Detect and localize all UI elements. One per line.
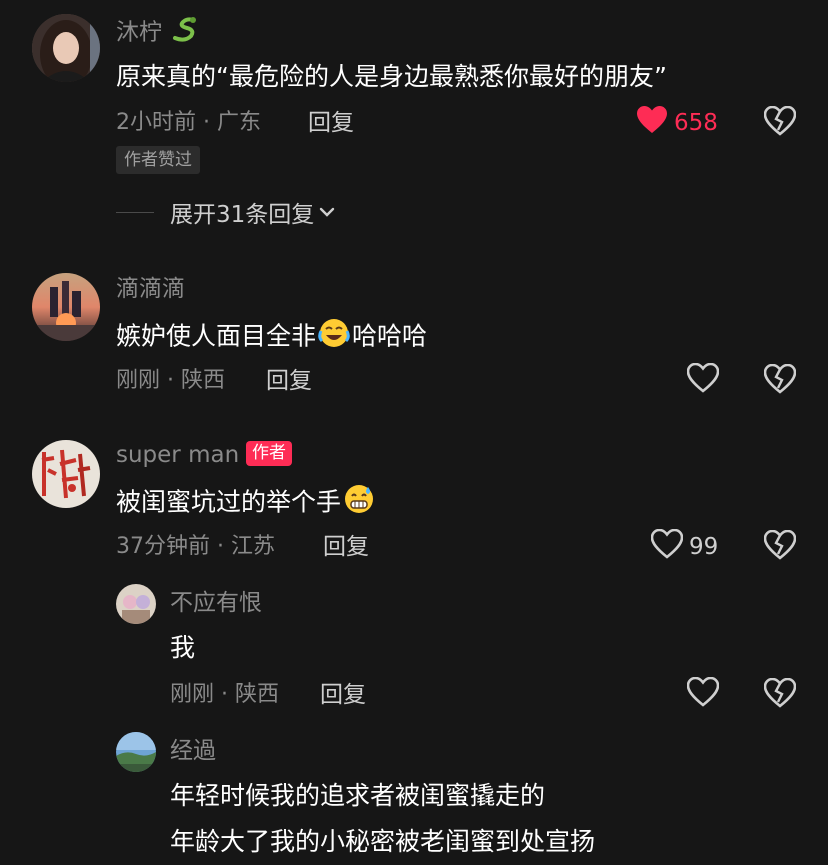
comment-text: 我	[170, 633, 196, 662]
reply-button[interactable]: 回复	[308, 108, 354, 138]
reply-item: 经過 年轻时候我的追求者被闺蜜撬走的 年龄大了我的小秘密被老闺蜜到处宣扬	[0, 728, 828, 865]
comment-meta: 刚刚 · 陕西	[116, 368, 225, 393]
comment-text: 嫉妒使人面目全非 哈哈哈	[116, 317, 427, 358]
divider	[116, 211, 154, 213]
author-liked-badge: 作者赞过	[116, 146, 200, 174]
broken-heart-icon[interactable]	[763, 529, 800, 564]
comment-author[interactable]: 经過	[170, 736, 216, 766]
avatar[interactable]	[32, 440, 100, 508]
like-count: 99	[689, 534, 719, 560]
like-count: 658	[674, 110, 718, 136]
broken-heart-icon[interactable]	[763, 363, 800, 398]
comment-text: 原来真的“最危险的人是身边最熟悉你最好的朋友”	[116, 62, 667, 91]
comment-author[interactable]: 不应有恨	[170, 588, 262, 618]
broken-heart-icon[interactable]	[763, 105, 800, 140]
broken-heart-icon[interactable]	[763, 677, 800, 712]
comment-author[interactable]: super man	[116, 440, 239, 470]
avatar[interactable]	[32, 14, 100, 82]
heart-outline-icon	[686, 676, 720, 713]
like-button[interactable]	[686, 362, 720, 399]
avatar[interactable]	[32, 273, 100, 341]
comment-author[interactable]: 沐柠	[116, 16, 201, 50]
reply-button[interactable]: 回复	[266, 366, 312, 396]
reply-button[interactable]: 回复	[323, 532, 369, 562]
reply-button[interactable]: 回复	[320, 680, 366, 710]
comment-item: 沐柠 原来真的“最危险的人是身边最熟悉你最好的朋友” 2小时前 · 广东 回复 …	[0, 0, 828, 240]
expand-replies-button[interactable]: 展开31条回复	[116, 195, 336, 229]
avatar[interactable]	[116, 732, 156, 772]
like-button[interactable]	[686, 676, 720, 713]
comment-text: 年轻时候我的追求者被闺蜜撬走的	[170, 781, 546, 810]
reply-item: 不应有恨 我 刚刚 · 陕西 回复	[0, 580, 828, 715]
heart-outline-icon	[686, 362, 720, 399]
chevron-down-icon	[318, 199, 336, 225]
comment-text: 被闺蜜坑过的举个手	[116, 483, 377, 524]
comment-meta: 37分钟前 · 江苏	[116, 534, 275, 559]
comment-meta: 2小时前 · 广东	[116, 110, 261, 135]
comment-meta: 刚刚 · 陕西	[170, 682, 279, 707]
comment-text: 年龄大了我的小秘密被老闺蜜到处宣扬	[170, 827, 596, 856]
like-button[interactable]: 99	[650, 528, 719, 565]
crying-laughing-emoji	[318, 317, 350, 358]
author-badge: 作者	[246, 441, 292, 466]
heart-filled-icon	[636, 105, 668, 141]
like-button[interactable]: 658	[636, 106, 718, 140]
comment-item: 滴滴滴 嫉妒使人面目全非 哈哈哈 刚刚 · 陕西 回复	[0, 260, 828, 410]
heart-outline-icon	[650, 528, 684, 565]
grimacing-sweat-emoji	[343, 483, 375, 524]
comment-author[interactable]: 滴滴滴	[116, 274, 185, 304]
avatar[interactable]	[116, 584, 156, 624]
comment-item: super man 作者 被闺蜜坑过的举个手 37分钟前 · 江苏 回复 99	[0, 428, 828, 578]
snake-icon	[171, 16, 199, 50]
